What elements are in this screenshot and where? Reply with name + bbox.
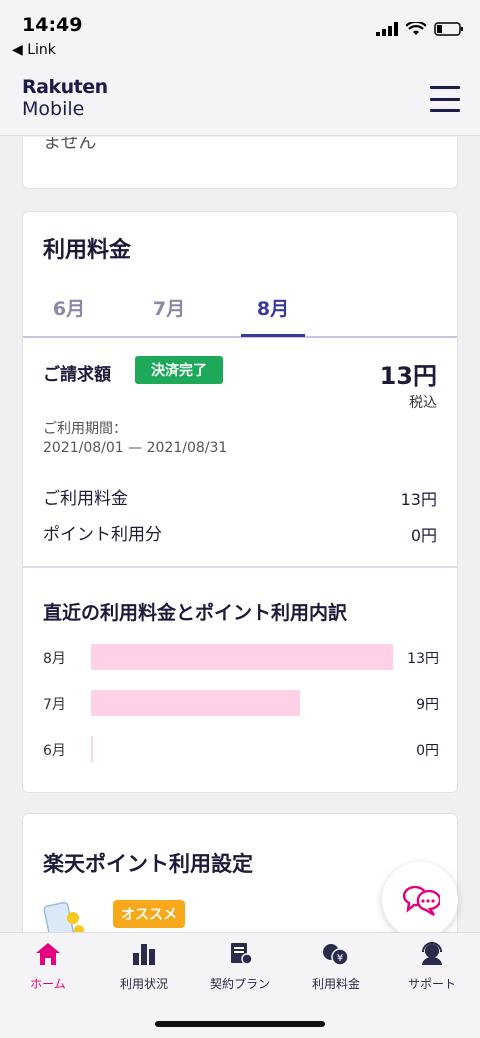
nav-usage[interactable]: 利用状況 [96,941,192,992]
period-value: 2021/08/01 — 2021/08/31 [43,440,228,456]
fee-coins-icon: ¥ [323,944,349,966]
bottom-nav: ホーム 利用状況 契約プラン ¥ 利用料金 サポート [0,932,480,1038]
nav-plan-label: 契約プラン [209,977,270,991]
bar-month: 7月 [43,697,66,713]
bar-fill [91,644,393,670]
home-indicator [155,1021,325,1027]
battery-icon [434,22,463,36]
nav-support[interactable]: サポート [384,941,480,992]
bar-value: 0円 [416,743,439,759]
contract-document-icon [231,943,253,965]
usage-fee-value: 13円 [400,490,437,509]
hamburger-menu-icon[interactable] [430,86,460,112]
rakuten-mobile-logo[interactable]: Rakuten Mobile [22,76,108,120]
nav-fee[interactable]: ¥ 利用料金 [288,941,384,992]
period-label: ご利用期間： [43,421,127,437]
bar-value: 13円 [407,651,439,667]
logo-line1: Rakuten [22,76,108,98]
nav-plan[interactable]: 契約プラン [192,941,288,992]
tab-august[interactable]: 8月 [247,294,299,321]
payment-status-badge: 決済完了 [135,356,223,384]
tab-june[interactable]: 6月 [43,294,95,321]
breakdown-row-jun: 6月 0円 [43,736,439,762]
bar-month: 8月 [43,651,66,667]
chat-support-button[interactable] [382,862,458,938]
main-content[interactable]: ません 利用料金 6月 7月 8月 ご請求額 決済完了 13円 税込 ご利用期間… [0,137,480,932]
status-bar: 14:49 ◀ Link [0,0,480,70]
home-icon [36,943,60,965]
breakdown-row-jul: 7月 9円 [43,690,439,716]
month-tabs: 6月 7月 8月 [23,276,457,338]
divider [23,566,457,568]
tax-note: 税込 [409,395,437,411]
fee-card: 利用料金 6月 7月 8月 ご請求額 決済完了 13円 税込 ご利用期間： 20… [22,211,458,793]
app-header: Rakuten Mobile [0,70,480,136]
support-headset-icon [422,942,442,965]
nav-usage-label: 利用状況 [119,977,168,991]
status-icons [376,22,464,36]
nav-support-label: サポート [407,977,456,991]
signal-icon [376,22,398,36]
breakdown-title: 直近の利用料金とポイント利用内訳 [43,602,348,624]
status-time: 14:49 [22,14,83,36]
breakdown-row-aug: 8月 13円 [43,644,439,670]
point-usage-label: ポイント利用分 [43,525,162,545]
previous-card-text: ません [43,137,97,153]
logo-line2: Mobile [22,98,85,120]
bar-month: 6月 [43,743,66,759]
billing-amount: 13円 [379,362,437,390]
point-settings-title: 楽天ポイント利用設定 [43,852,253,876]
chat-bubbles-icon [402,885,440,917]
fee-card-title: 利用料金 [43,238,132,263]
previous-card: ません [22,137,458,189]
tab-july[interactable]: 7月 [143,294,195,321]
bar-fill [91,736,93,762]
billing-label: ご請求額 [43,365,111,385]
usage-fee-label: ご利用料金 [43,489,128,509]
nav-fee-label: 利用料金 [311,977,360,991]
bar-chart-icon [133,944,155,965]
active-tab-indicator [241,334,305,337]
point-usage-value: 0円 [410,526,437,545]
wifi-icon [406,22,426,35]
recommended-badge: オススメ [113,900,185,928]
back-to-link[interactable]: ◀ Link [12,42,56,58]
bar-fill [91,690,300,716]
nav-home-label: ホーム [30,977,66,991]
svg-text:¥: ¥ [337,953,343,964]
bar-value: 9円 [416,697,439,713]
nav-home[interactable]: ホーム [0,941,96,992]
phone-key-icon [43,901,84,932]
